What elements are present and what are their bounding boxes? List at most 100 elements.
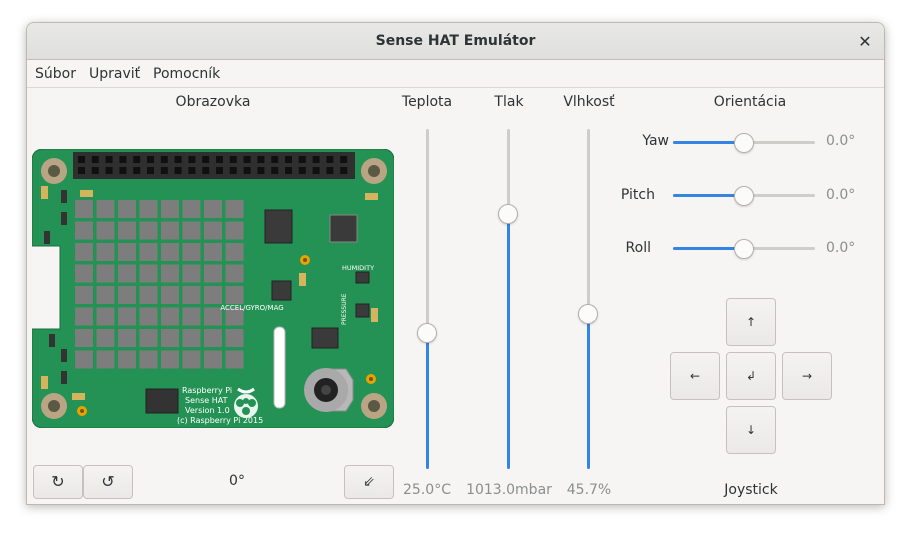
pressure-slider[interactable]	[494, 129, 524, 469]
roll-slider-knob[interactable]	[734, 239, 754, 259]
led-pixel[interactable]	[139, 221, 158, 240]
led-pixel[interactable]	[225, 329, 244, 347]
led-pixel[interactable]	[182, 286, 201, 304]
pressure-slider-knob[interactable]	[498, 204, 518, 224]
led-pixel[interactable]	[75, 307, 93, 326]
led-pixel[interactable]	[182, 329, 201, 347]
led-pixel[interactable]	[118, 350, 136, 369]
led-pixel[interactable]	[75, 329, 93, 347]
led-pixel[interactable]	[75, 200, 93, 218]
pressure-label-heading: Tlak	[494, 94, 524, 110]
led-pixel[interactable]	[161, 329, 179, 347]
led-pixel[interactable]	[204, 329, 222, 347]
led-pixel[interactable]	[96, 200, 115, 218]
led-pixel[interactable]	[139, 264, 158, 283]
temperature-slider-knob[interactable]	[417, 323, 437, 343]
led-pixel[interactable]	[96, 350, 115, 369]
led-pixel[interactable]	[225, 350, 244, 369]
gpio-pin	[216, 167, 223, 174]
led-pixel[interactable]	[161, 286, 179, 304]
humidity-label-heading: Vlhkosť	[563, 94, 615, 110]
led-pixel[interactable]	[182, 200, 201, 218]
led-pixel[interactable]	[204, 350, 222, 369]
menu-file[interactable]: Súbor	[35, 66, 76, 82]
led-pixel[interactable]	[225, 243, 244, 261]
led-pixel[interactable]	[96, 221, 115, 240]
led-pixel[interactable]	[204, 264, 222, 283]
joystick-enter-button[interactable]: ↲	[726, 352, 776, 400]
sense-hat-board[interactable]: ACCEL/GYRO/MAG HUMIDITY PRESSURE Raspber…	[32, 149, 394, 428]
led-pixel[interactable]	[139, 243, 158, 261]
led-pixel[interactable]	[75, 243, 93, 261]
joystick-down-button[interactable]: ↓	[726, 406, 776, 454]
led-pixel[interactable]	[225, 264, 244, 283]
led-pixel[interactable]	[118, 329, 136, 347]
humidity-slider-knob[interactable]	[578, 303, 598, 324]
led-pixel[interactable]	[225, 221, 244, 240]
led-pixel[interactable]	[139, 307, 158, 326]
led-pixel[interactable]	[75, 286, 93, 304]
led-pixel[interactable]	[118, 264, 136, 283]
rotate-ccw-button[interactable]: ↺	[83, 465, 133, 499]
pitch-slider-knob[interactable]	[734, 186, 754, 206]
led-pixel[interactable]	[96, 243, 115, 261]
gpio-pin	[147, 156, 154, 163]
led-pixel[interactable]	[182, 243, 201, 261]
led-pixel[interactable]	[118, 221, 136, 240]
led-pixel[interactable]	[96, 329, 115, 347]
gpio-pin	[229, 167, 237, 174]
gpio-pin	[91, 156, 99, 163]
humidity-slider[interactable]	[574, 129, 604, 469]
led-pixel[interactable]	[139, 329, 158, 347]
led-pixel[interactable]	[139, 350, 158, 369]
joystick-left-button[interactable]: ←	[670, 352, 720, 400]
led-pixel[interactable]	[204, 286, 222, 304]
led-pixel[interactable]	[118, 243, 136, 261]
led-pixel[interactable]	[75, 221, 93, 240]
led-pixel[interactable]	[161, 200, 179, 218]
led-pixel[interactable]	[118, 286, 136, 304]
gpio-pin	[340, 156, 348, 163]
led-pixel[interactable]	[96, 264, 115, 283]
led-pixel[interactable]	[139, 200, 158, 218]
led-pixel[interactable]	[161, 243, 179, 261]
led-pixel[interactable]	[118, 307, 136, 326]
gpio-pin	[202, 167, 210, 174]
led-pixel[interactable]	[161, 350, 179, 369]
led-pixel[interactable]	[225, 286, 244, 304]
led-pixel[interactable]	[161, 221, 179, 240]
led-pixel[interactable]	[139, 286, 158, 304]
pitch-slider[interactable]	[673, 183, 815, 209]
led-pixel[interactable]	[225, 200, 244, 218]
led-pixel[interactable]	[118, 200, 136, 218]
led-pixel[interactable]	[75, 350, 93, 369]
joystick-up-button[interactable]: ↑	[726, 298, 776, 346]
temperature-slider[interactable]	[413, 129, 443, 469]
led-pixel[interactable]	[75, 264, 93, 283]
yaw-slider-knob[interactable]	[734, 133, 754, 153]
led-pixel[interactable]	[161, 307, 179, 326]
led-pixel[interactable]	[204, 200, 222, 218]
joystick-right-button[interactable]: →	[782, 352, 832, 400]
rotate-cw-button[interactable]: ↻	[33, 465, 83, 499]
menu-edit[interactable]: Upraviť	[89, 66, 140, 82]
led-pixel[interactable]	[182, 264, 201, 283]
led-pixel[interactable]	[161, 264, 179, 283]
app-window: Sense HAT Emulátor ✕ Súbor Upraviť Pomoc…	[26, 22, 885, 505]
gpio-pin	[174, 167, 182, 174]
led-pixel[interactable]	[96, 286, 115, 304]
led-pixel[interactable]	[182, 307, 201, 326]
led-pixel[interactable]	[96, 307, 115, 326]
led-pixel[interactable]	[182, 221, 201, 240]
led-pixel[interactable]	[204, 307, 222, 326]
yaw-slider[interactable]	[673, 130, 815, 156]
menu-help[interactable]: Pomocník	[153, 66, 220, 82]
led-pixel[interactable]	[204, 221, 222, 240]
gpio-pin	[229, 156, 237, 163]
led-pixel[interactable]	[204, 243, 222, 261]
gpio-pin	[119, 167, 127, 174]
arrow-right-icon: →	[801, 369, 813, 383]
roll-slider[interactable]	[673, 236, 815, 262]
led-pixel[interactable]	[182, 350, 201, 369]
close-button[interactable]: ✕	[854, 31, 876, 53]
